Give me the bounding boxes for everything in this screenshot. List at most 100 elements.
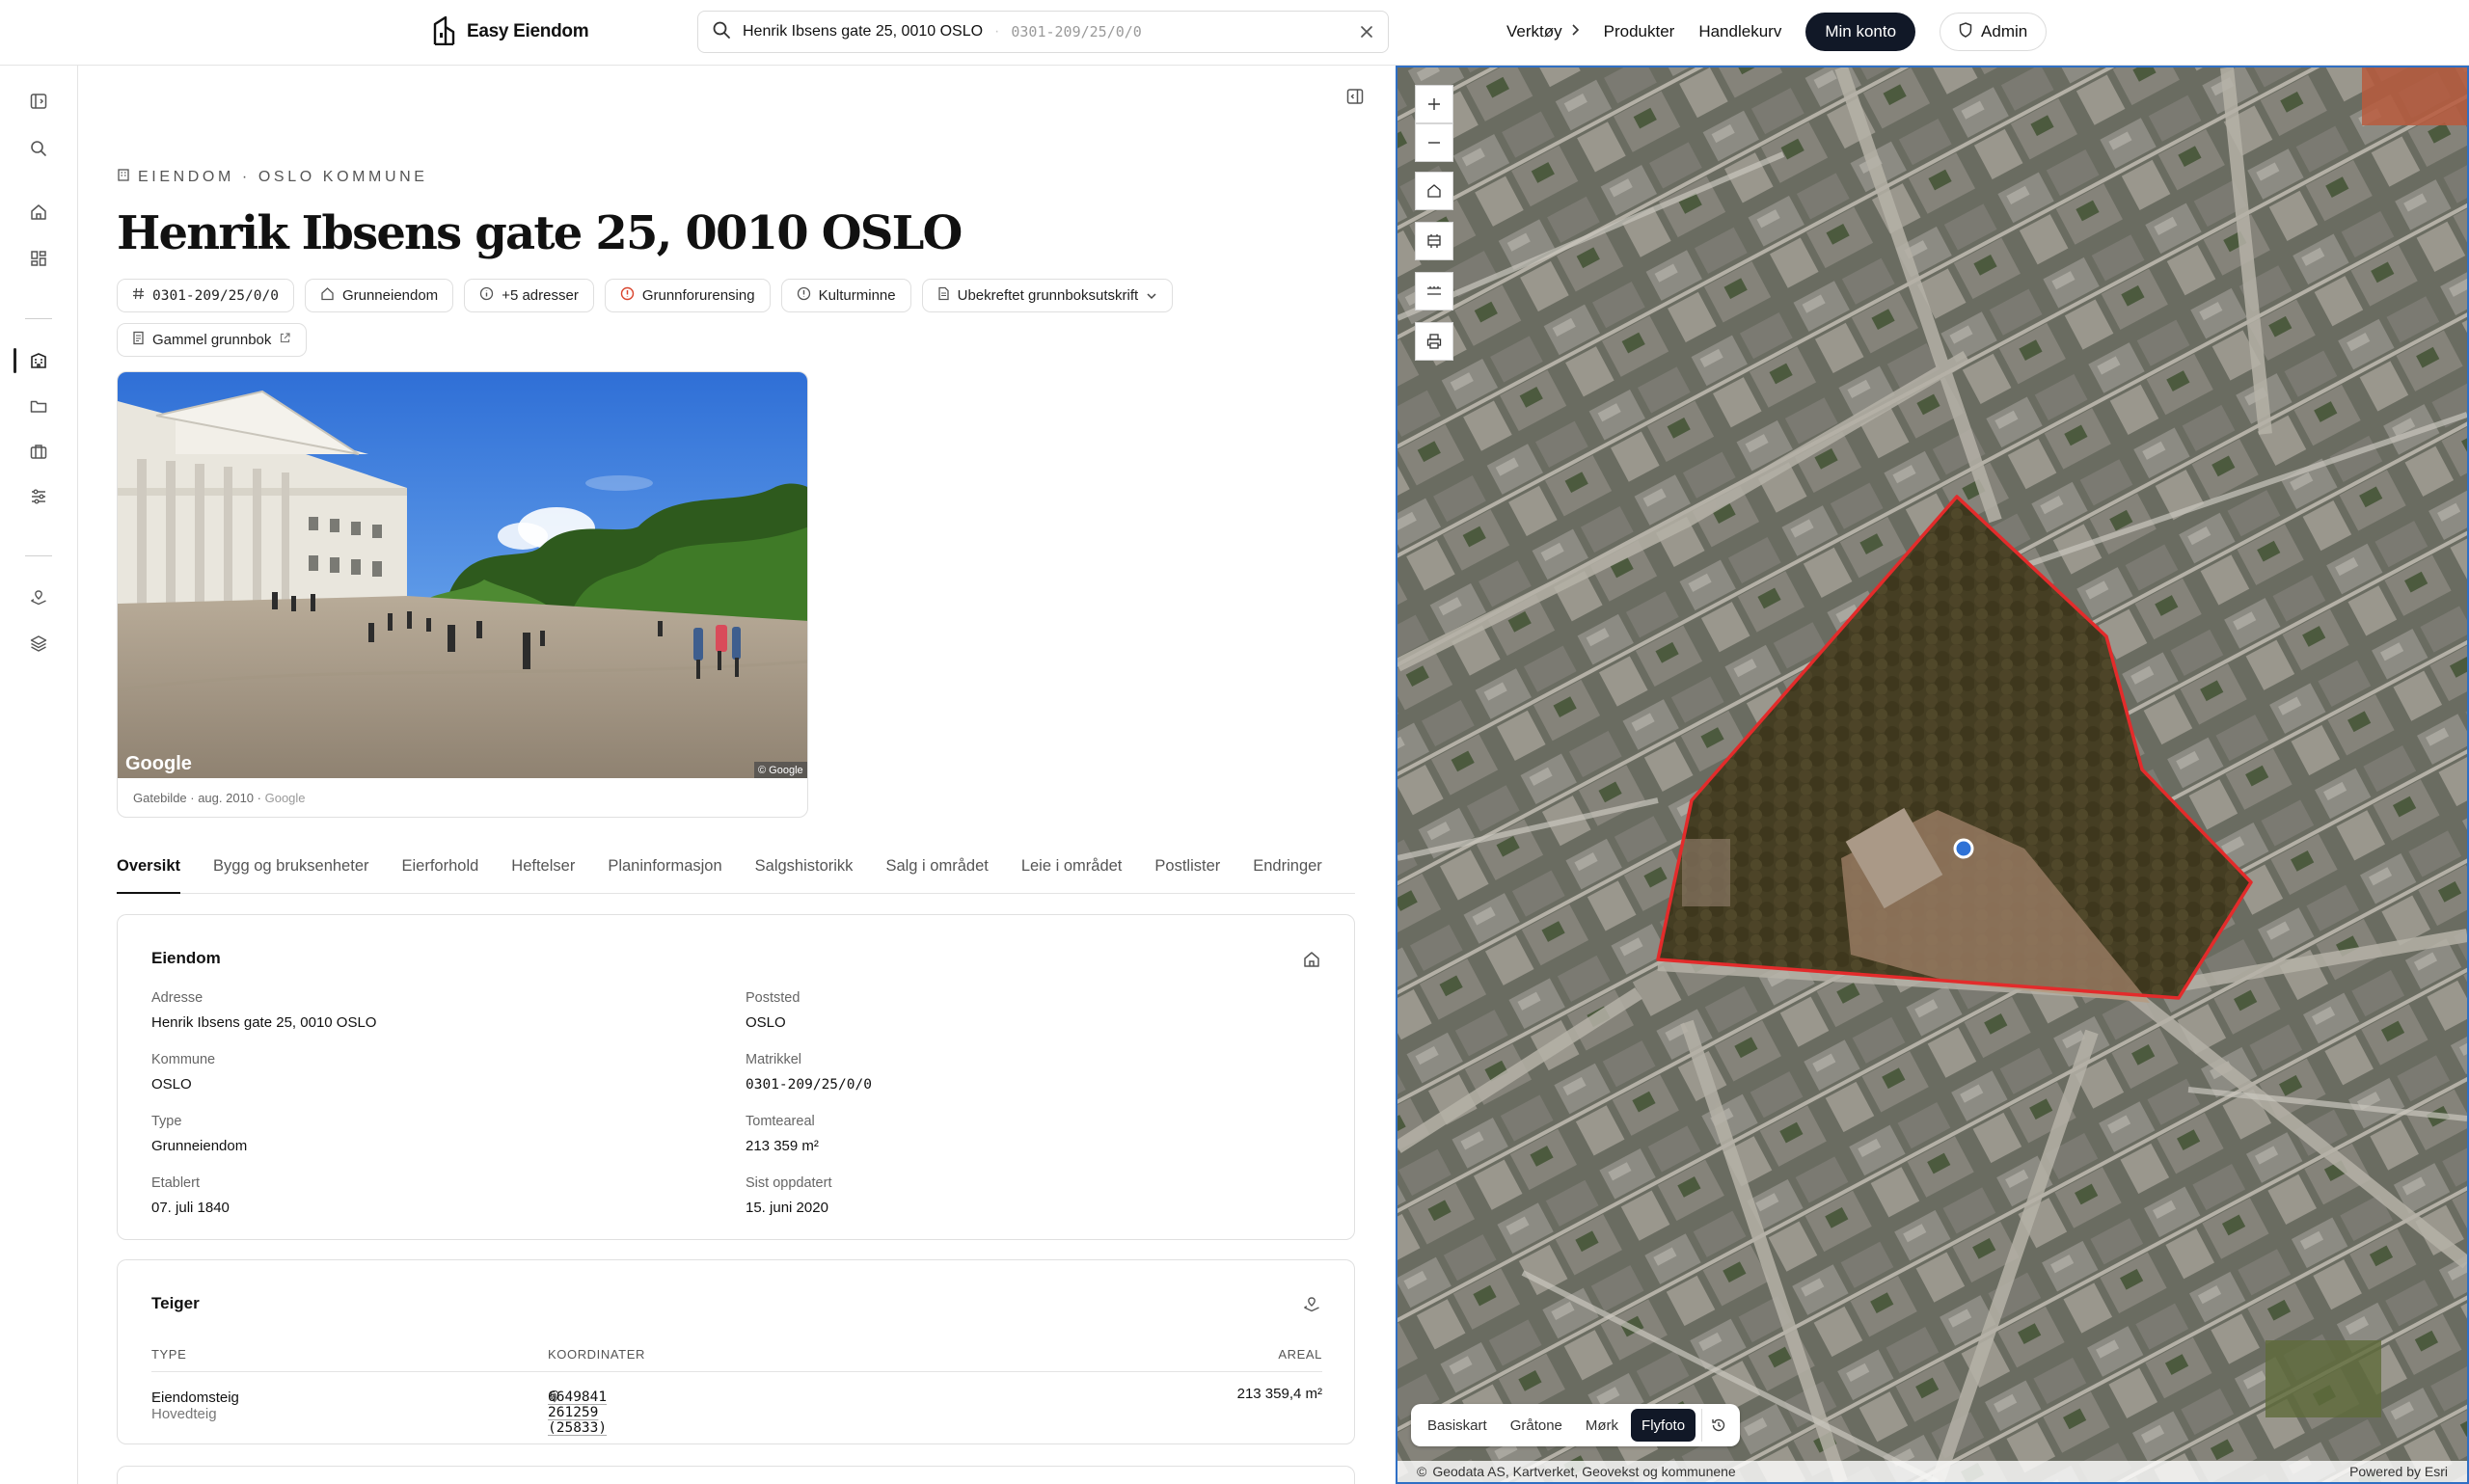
sidebar-divider [25,318,52,319]
type-chip[interactable]: Grunneiendom [304,279,454,312]
tab-planinformasjon[interactable]: Planinformasjon [608,846,721,894]
field-value: OSLO [746,1014,786,1031]
old-register-link[interactable]: Gammel grunnbok [117,323,308,357]
street-view-photo[interactable]: Google © Google [118,372,808,778]
extract-dropdown-label: Ubekreftet grunnboksutskrift [957,287,1139,304]
powered-by[interactable]: Powered by Esri [2349,1464,2448,1479]
basemap-flyfoto[interactable]: Flyfoto [1631,1409,1696,1442]
building-icon[interactable] [27,349,50,372]
clear-search-icon[interactable] [1359,24,1374,40]
tab-endringer[interactable]: Endringer [1253,846,1322,894]
location-marker[interactable] [1953,838,1974,859]
search-separator: · [994,23,1000,40]
attribution-text: Geodata AS, Kartverket, Geovekst og komm… [1432,1464,1736,1479]
map-view[interactable]: Basiskart Gråtone Mørk Flyfoto © Geodata… [1396,66,2469,1484]
tab-eierforhold[interactable]: Eierforhold [402,846,479,894]
search-bar[interactable]: Henrik Ibsens gate 25, 0010 OSLO · 0301-… [697,11,1389,53]
sidebar-toggle-icon[interactable] [27,90,50,113]
tab-bygg[interactable]: Bygg og bruksenheter [213,846,368,894]
eiendom-card: Eiendom Adresse Henrik Ibsens gate 25, 00… [117,914,1355,1240]
column-coords: KOORDINATER [548,1347,645,1362]
google-watermark: Google [125,753,192,774]
briefcase-icon[interactable] [27,440,50,463]
eyebrow-text: EIENDOM · OSLO KOMMUNE [138,168,428,185]
measure-button[interactable] [1415,272,1453,310]
sliders-icon[interactable] [27,485,50,508]
field-etablert: Etablert 07. juli 1840 [151,1174,746,1220]
admin-button[interactable]: Admin [1940,13,2048,51]
chevron-down-icon [1146,287,1157,304]
location-stack-icon[interactable] [27,586,50,609]
home-view-button[interactable] [1415,172,1453,210]
tab-salg-i-omradet[interactable]: Salg i området [885,846,988,894]
street-view-card: Google © Google Gatebilde · aug. 2010 · … [117,371,808,818]
tab-oversikt[interactable]: Oversikt [117,846,181,894]
field-value: Grunneiendom [151,1138,248,1154]
aerial-map[interactable] [1397,67,2467,1482]
matrikkel-chip[interactable]: 0301-209/25/0/0 [117,279,294,312]
shield-icon [1959,21,1972,42]
info-icon [479,286,494,305]
extract-dropdown[interactable]: Ubekreftet grunnboksutskrift [921,279,1174,312]
tab-heftelser[interactable]: Heftelser [511,846,575,894]
next-card [117,1466,1355,1484]
basemap-basiskart[interactable]: Basiskart [1417,1409,1498,1442]
heritage-chip-label: Kulturminne [818,287,896,304]
zoom-in-button[interactable] [1415,85,1453,123]
photo-caption-label: Gatebilde · aug. 2010 · [133,791,261,805]
basemap-mork[interactable]: Mørk [1575,1409,1629,1442]
main-nav: Verktøy Produkter Handlekurv Min konto A… [1506,12,2048,52]
addresses-chip[interactable]: +5 adresser [464,279,594,312]
tab-postlister[interactable]: Postlister [1154,846,1220,894]
photo-source-link[interactable]: Google [265,791,306,805]
pollution-chip-label: Grunnforurensing [641,287,755,304]
table-row: Eiendomsteig - Hovedteig 6649841 261259 … [151,1382,1322,1436]
home-icon [1302,950,1321,969]
home-icon[interactable] [27,201,50,224]
heritage-chip[interactable]: Kulturminne [780,279,911,312]
top-bar: Easy Eiendom Henrik Ibsens gate 25, 0010… [0,0,2469,66]
search-icon[interactable] [27,137,50,160]
table-header: TYPE KOORDINATER AREAL [151,1347,1322,1372]
property-panel: EIENDOM · OSLO KOMMUNE Henrik Ibsens gat… [78,66,1396,1484]
tab-salgshistorikk[interactable]: Salgshistorikk [755,846,854,894]
field-value: 15. juni 2020 [746,1200,828,1216]
dashboard-icon[interactable] [27,247,50,270]
type-chip-label: Grunneiendom [341,287,439,304]
products-link[interactable]: Produkter [1604,22,1675,41]
tab-leie-i-omradet[interactable]: Leie i området [1021,846,1123,894]
teiger-card: Teiger TYPE KOORDINATER AREAL Eiendomste… [117,1259,1355,1444]
field-value: 0301-209/25/0/0 [746,1077,872,1093]
field-value: OSLO [151,1076,192,1093]
history-icon[interactable] [1701,1409,1734,1442]
folder-icon[interactable] [27,394,50,418]
tools-menu[interactable]: Verktøy [1506,22,1580,41]
teig-subtype: - Hovedteig [151,1390,217,1422]
zoom-out-button[interactable] [1415,123,1453,162]
admin-label: Admin [1981,22,2028,40]
page-title: Henrik Ibsens gate 25, 0010 OSLO [117,206,963,260]
layers-icon[interactable] [27,632,50,655]
my-account-button[interactable]: Min konto [1805,13,1916,51]
field-label: Tomteareal [746,1114,815,1129]
arrow-up-right-icon[interactable] [548,1390,558,1406]
search-query[interactable]: Henrik Ibsens gate 25, 0010 OSLO [743,23,983,40]
field-value: Henrik Ibsens gate 25, 0010 OSLO [151,1014,377,1031]
field-label: Matrikkel [746,1052,802,1067]
field-value: 213 359 m² [746,1138,819,1154]
logo[interactable]: Easy Eiendom [432,14,589,49]
field-label: Adresse [151,990,203,1006]
collapse-panel-icon[interactable] [1345,87,1369,110]
print-button[interactable] [1415,322,1453,361]
field-type: Type Grunneiendom [151,1113,746,1158]
basemap-button[interactable] [1415,222,1453,260]
search-icon [712,20,731,44]
cart-link[interactable]: Handlekurv [1698,22,1781,41]
basemap-gratone[interactable]: Gråtone [1500,1409,1573,1442]
card-title: Eiendom [151,949,221,967]
map-attribution: © Geodata AS, Kartverket, Geovekst og ko… [1397,1461,2467,1482]
column-area: AREAL [1278,1347,1322,1362]
chevron-right-icon [1570,22,1580,41]
pollution-chip[interactable]: Grunnforurensing [604,279,771,312]
sidebar-divider [25,555,52,556]
